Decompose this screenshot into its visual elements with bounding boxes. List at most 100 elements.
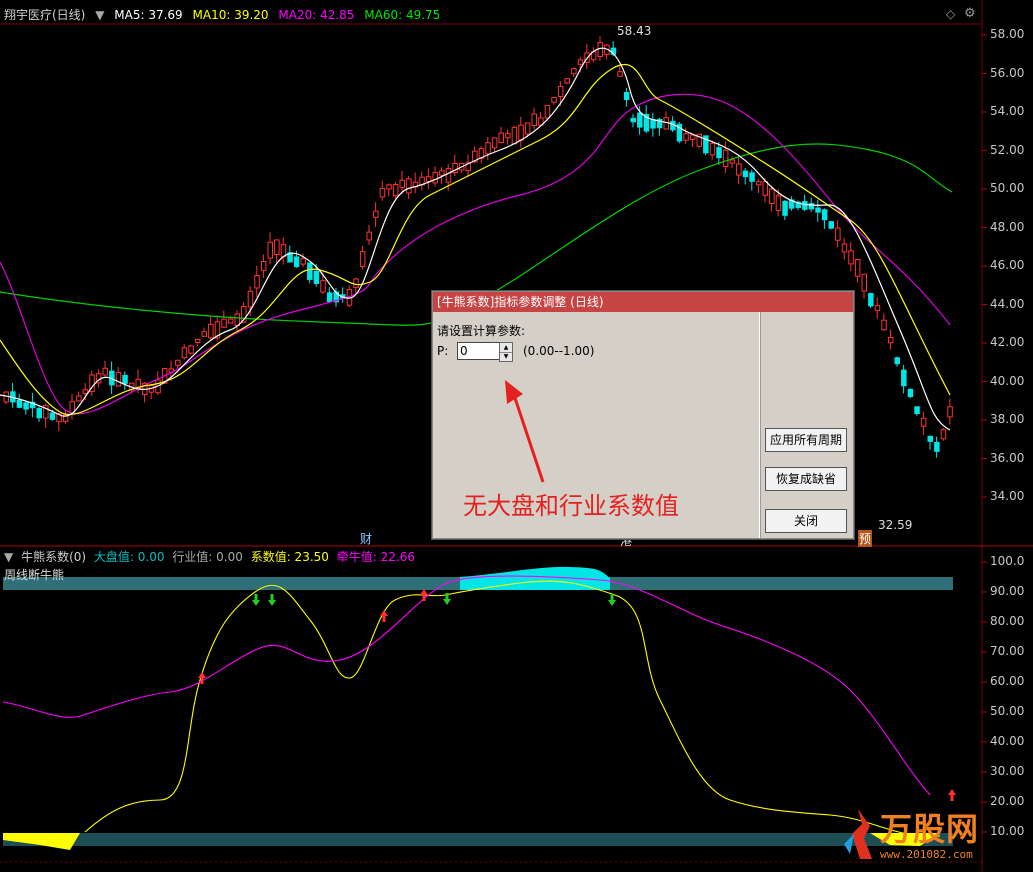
candle	[254, 274, 260, 289]
candle	[769, 188, 775, 204]
candle	[201, 331, 207, 337]
candle	[485, 142, 491, 155]
candle	[82, 389, 89, 394]
candle	[907, 388, 914, 397]
qianniu-line	[2, 575, 931, 796]
candle	[359, 251, 366, 267]
qianniu-value: 牵牛值: 22.66	[336, 550, 415, 564]
candle	[313, 270, 320, 285]
price-tick-label: 46.00	[990, 258, 1025, 272]
candle	[749, 172, 755, 182]
candle	[399, 179, 405, 189]
candle	[16, 399, 23, 408]
candle	[491, 137, 498, 149]
brand-name: 万股网	[880, 810, 980, 848]
candle	[307, 262, 313, 280]
candle	[722, 149, 729, 168]
candle	[23, 402, 29, 410]
candle	[564, 78, 570, 84]
chevron-down-icon[interactable]: ▼	[95, 8, 104, 22]
candle	[544, 104, 551, 119]
dialog-body: 请设置计算参数: P: 0 ▲ ▼ (0.00--1.00) 无大盘和行业系数值	[433, 312, 760, 538]
price-tick-label: 58.00	[990, 27, 1025, 41]
dialog-title[interactable]: [牛熊系数]指标参数调整 (日线)	[433, 292, 853, 312]
arrow-down-icon	[252, 594, 260, 606]
close-button[interactable]: 关闭	[765, 509, 847, 533]
candle	[102, 367, 108, 376]
diamond-icon[interactable]: ◇	[946, 7, 955, 21]
hangye-value: 行业值: 0.00	[172, 550, 243, 564]
candle	[227, 318, 234, 324]
spin-down-icon[interactable]: ▼	[500, 353, 512, 361]
candle	[683, 133, 689, 141]
candle	[802, 201, 808, 210]
gear-icon[interactable]: ⚙	[964, 6, 976, 21]
ma60-value: MA60: 49.75	[364, 8, 441, 22]
indicator-tick-label: 100.0	[990, 554, 1025, 568]
indicator-tick-label: 80.00	[990, 614, 1025, 628]
candle	[854, 258, 861, 277]
callout-arrow	[505, 380, 545, 483]
xishu-line	[84, 580, 941, 838]
price-axis-ticks	[982, 34, 987, 498]
candle	[181, 347, 188, 359]
arrow-up-icon	[380, 610, 388, 622]
indicator-legend: ▼ 牛熊系数(0) 大盘值: 0.00 行业值: 0.00 系数值: 23.50…	[4, 548, 419, 564]
price-tick-label: 52.00	[990, 142, 1025, 157]
candle	[3, 391, 9, 403]
arrow-down-icon	[608, 594, 616, 606]
signal-arrows	[198, 589, 956, 801]
parameter-dialog: [牛熊系数]指标参数调整 (日线) 请设置计算参数: P: 0 ▲ ▼ (0.0…	[432, 291, 854, 539]
indicator-tick-label: 40.00	[990, 734, 1025, 748]
candle	[901, 369, 907, 387]
ma5-value: MA5: 37.69	[114, 8, 183, 22]
candle	[208, 323, 214, 339]
candle	[597, 42, 603, 58]
indicator-tick-label: 30.00	[990, 764, 1025, 778]
candle	[841, 243, 848, 253]
event-marker-cai[interactable]: 财	[360, 530, 372, 547]
spin-up-icon[interactable]: ▲	[500, 343, 512, 353]
candle	[115, 372, 122, 387]
apply-all-periods-button[interactable]: 应用所有周期	[765, 428, 847, 452]
candle	[887, 337, 894, 344]
candle	[175, 359, 181, 366]
candle	[260, 261, 267, 271]
indicator-tick-label: 90.00	[990, 584, 1025, 598]
price-tick-label: 44.00	[990, 296, 1025, 311]
price-tick-label: 36.00	[990, 450, 1025, 465]
callout-text: 无大盘和行业系数值	[463, 492, 679, 520]
candle	[406, 178, 412, 194]
arrow-down-icon	[268, 594, 276, 606]
candle	[373, 210, 379, 218]
candle	[511, 126, 518, 145]
arrow-up-icon	[948, 789, 956, 801]
indicator-tick-label: 70.00	[990, 644, 1025, 658]
candle	[326, 292, 333, 303]
candle	[782, 200, 788, 216]
candle	[392, 183, 399, 197]
restore-default-button[interactable]: 恢复成缺省	[765, 467, 847, 491]
candle	[689, 134, 696, 140]
candle	[577, 59, 584, 65]
brand-logo: 万股网 www.201082.com	[840, 804, 1020, 864]
chevron-down-icon[interactable]: ▼	[4, 550, 13, 564]
candle	[300, 258, 306, 265]
candle	[868, 293, 874, 307]
candle	[439, 170, 445, 176]
candle	[861, 273, 867, 292]
brand-url: www.201082.com	[880, 848, 973, 861]
candle	[274, 239, 280, 256]
price-tick-label: 38.00	[990, 412, 1025, 426]
param-spinner[interactable]: ▲ ▼	[499, 342, 513, 362]
event-marker-yu[interactable]: 预	[858, 530, 873, 547]
candle	[637, 112, 643, 128]
candle	[188, 345, 194, 354]
param-input[interactable]: 0	[457, 342, 503, 360]
candle	[821, 209, 828, 221]
candle	[716, 147, 722, 159]
param-range: (0.00--1.00)	[523, 344, 595, 358]
candle	[848, 250, 854, 265]
candle	[379, 187, 386, 198]
indicator-subtitle: 周线断牛熊	[4, 568, 65, 582]
